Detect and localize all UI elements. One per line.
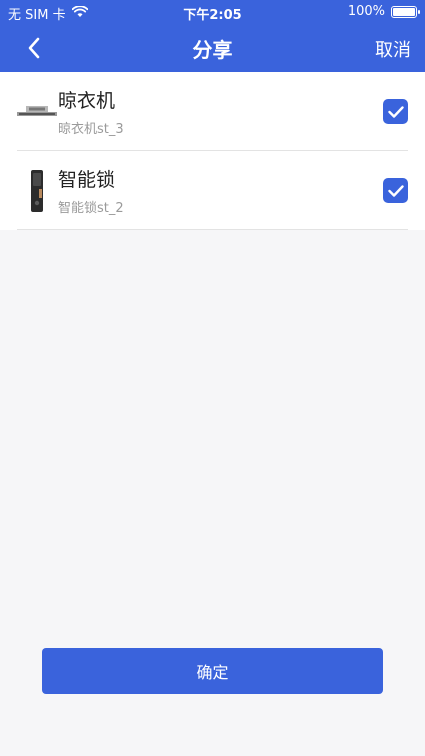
device-id: 智能锁st_2 xyxy=(58,201,124,216)
smart-lock-icon xyxy=(16,169,58,213)
row-divider xyxy=(17,229,408,230)
screen: 无 SIM 卡 下午2:05 100% 分享 取消 晾衣机 晾衣机st_3 智能… xyxy=(0,0,425,756)
header-bar: 无 SIM 卡 下午2:05 100% 分享 取消 xyxy=(0,0,425,72)
device-checkbox[interactable] xyxy=(383,99,408,124)
cancel-button[interactable]: 取消 xyxy=(375,36,411,62)
device-id: 晾衣机st_3 xyxy=(58,122,124,137)
device-row-smart-lock[interactable]: 智能锁 智能锁st_2 xyxy=(0,151,425,230)
device-row-clothes-dryer[interactable]: 晾衣机 晾衣机st_3 xyxy=(0,72,425,151)
device-name: 智能锁 xyxy=(58,169,116,191)
device-list: 晾衣机 晾衣机st_3 智能锁 智能锁st_2 xyxy=(0,72,425,230)
battery-percent: 100% xyxy=(347,4,385,19)
confirm-button[interactable]: 确定 xyxy=(42,648,383,694)
device-checkbox[interactable] xyxy=(383,178,408,203)
navigation-bar: 分享 取消 xyxy=(0,24,425,72)
status-bar: 无 SIM 卡 下午2:05 100% xyxy=(0,0,425,24)
clothes-dryer-icon xyxy=(16,90,58,134)
page-title: 分享 xyxy=(192,38,233,62)
device-name: 晾衣机 xyxy=(58,90,116,112)
checkmark-icon xyxy=(387,184,404,197)
battery-icon xyxy=(391,5,420,18)
checkmark-icon xyxy=(387,105,404,118)
